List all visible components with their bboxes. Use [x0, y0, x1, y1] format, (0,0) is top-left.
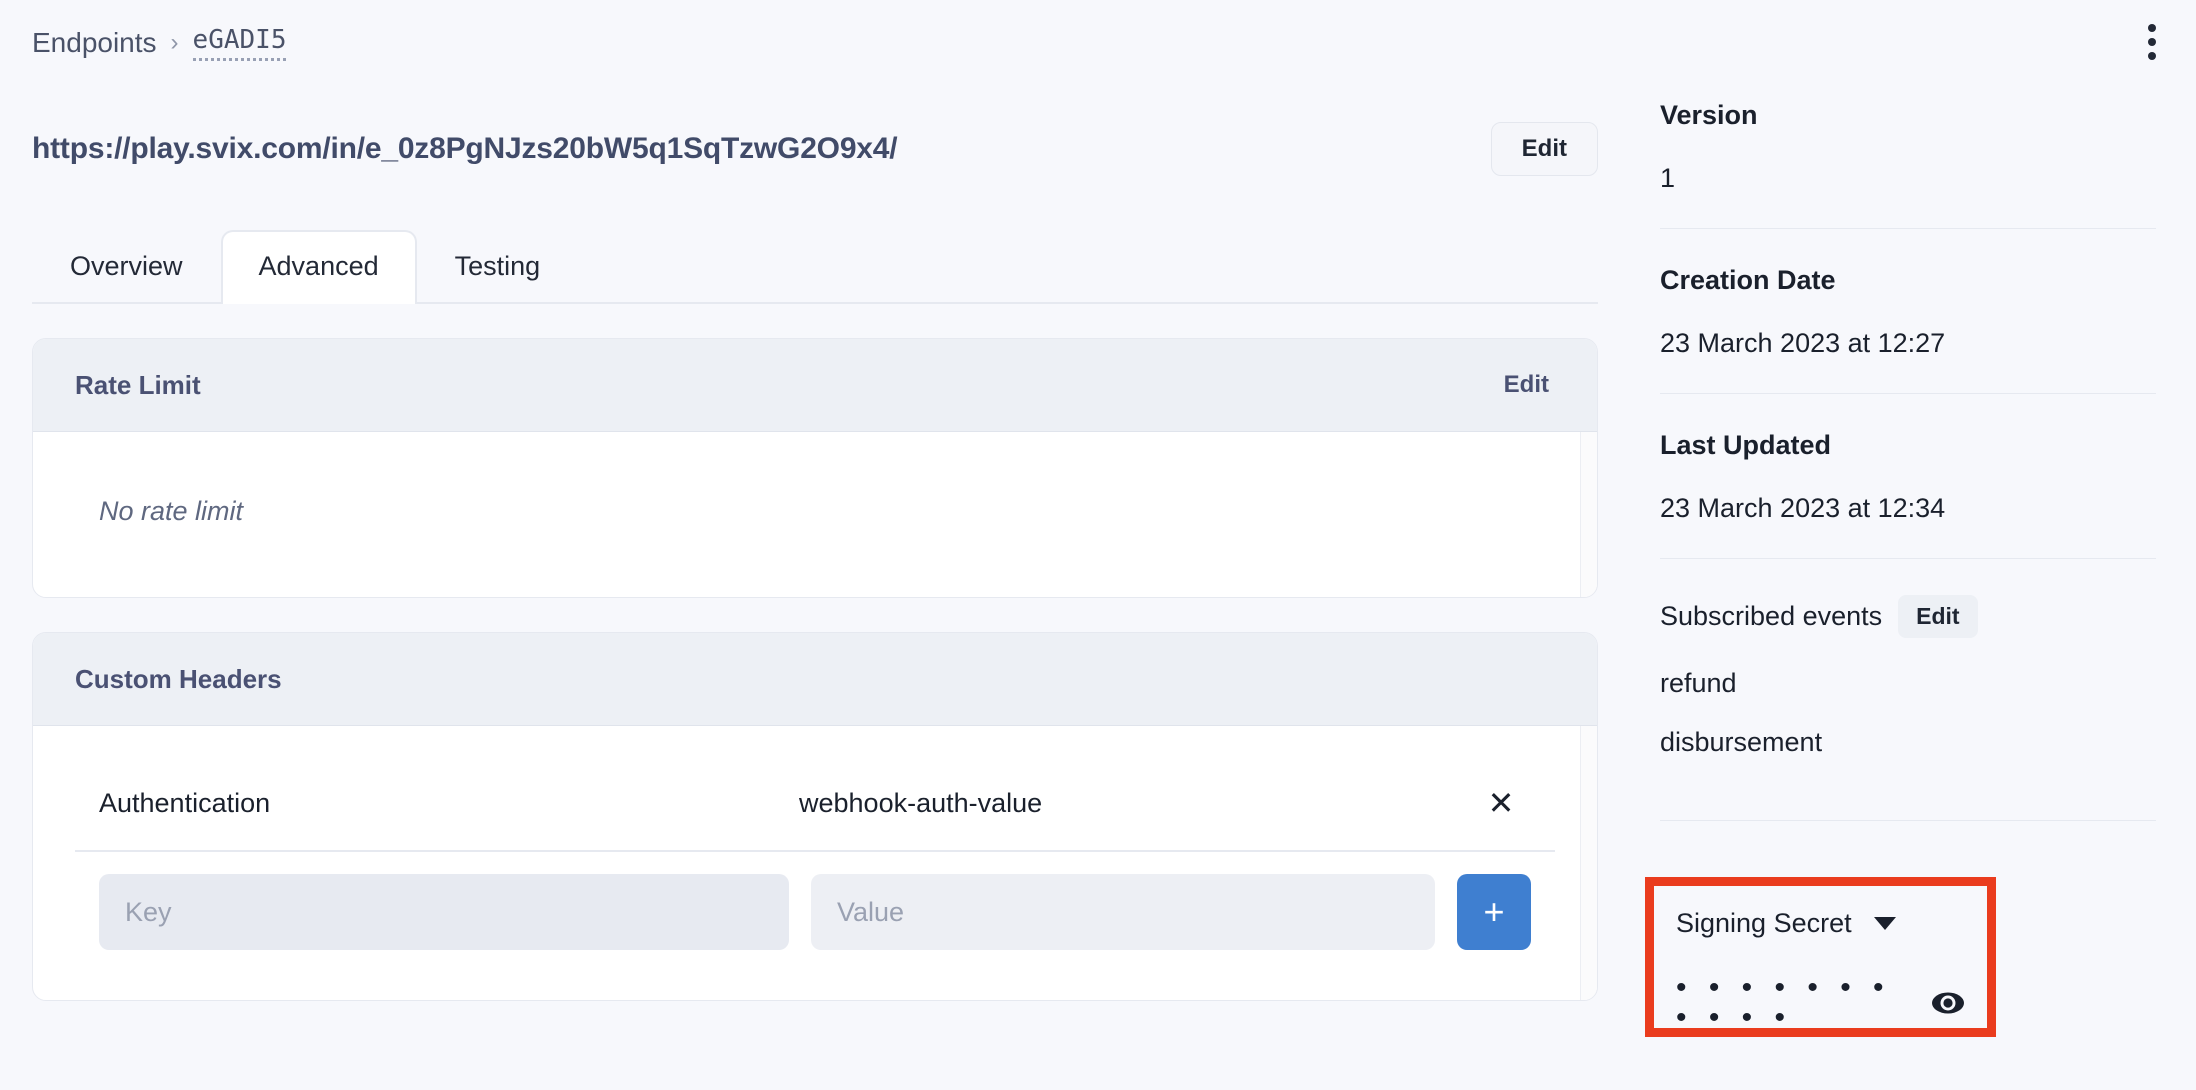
sidebar-divider-2: [1660, 393, 2156, 394]
tab-overview[interactable]: Overview: [32, 230, 221, 302]
table-row: Authentication webhook-auth-value ✕: [75, 768, 1555, 852]
tab-testing[interactable]: Testing: [417, 230, 579, 302]
rate-limit-scroll-edge[interactable]: [1580, 432, 1597, 597]
custom-headers-card-header: Custom Headers: [33, 633, 1597, 726]
chevron-down-icon[interactable]: [1873, 917, 1896, 930]
tab-bar: Overview Advanced Testing: [32, 224, 1598, 304]
custom-headers-card: Custom Headers Authentication webhook-au…: [32, 632, 1598, 1001]
rate-limit-edit-button[interactable]: Edit: [1498, 370, 1555, 400]
sidebar-divider-1: [1660, 228, 2156, 229]
custom-headers-card-body: Authentication webhook-auth-value ✕ +: [33, 726, 1597, 1000]
last-updated-block: Last Updated 23 March 2023 at 12:34: [1660, 430, 2156, 558]
header-key-input[interactable]: [99, 874, 789, 950]
version-block: Version 1: [1660, 100, 2156, 228]
add-header-row: +: [75, 852, 1555, 958]
sidebar-divider-4: [1660, 820, 2156, 821]
subscribed-events-block: Subscribed events Edit refund disburseme…: [1660, 595, 2156, 820]
eye-icon[interactable]: [1931, 990, 1965, 1016]
signing-secret-highlight: Signing Secret • • • • • • • • • • •: [1645, 877, 1996, 1037]
rate-limit-card-body: No rate limit: [33, 432, 1597, 597]
rate-limit-empty-text: No rate limit: [99, 496, 244, 526]
add-header-button[interactable]: +: [1457, 874, 1531, 950]
version-label: Version: [1660, 100, 1758, 130]
breadcrumb-endpoints-link[interactable]: Endpoints: [32, 27, 157, 59]
creation-date-value: 23 March 2023 at 12:27: [1660, 328, 1946, 358]
rate-limit-card: Rate Limit Edit No rate limit: [32, 338, 1598, 598]
breadcrumb: Endpoints › eGADI5: [32, 0, 1598, 66]
custom-headers-scroll-edge[interactable]: [1580, 726, 1597, 1000]
signing-secret-value-row: • • • • • • • • • • •: [1676, 973, 1965, 1033]
sidebar-divider-3: [1660, 558, 2156, 559]
version-value: 1: [1660, 163, 1676, 193]
last-updated-value: 23 March 2023 at 12:34: [1660, 493, 1946, 523]
signing-secret-label: Signing Secret: [1676, 908, 1852, 938]
edit-subscribed-events-button[interactable]: Edit: [1898, 595, 1978, 638]
endpoint-detail-page: Endpoints › eGADI5 https://play.svix.com…: [0, 0, 2196, 1090]
header-value-value: webhook-auth-value: [799, 787, 1043, 818]
endpoint-url: https://play.svix.com/in/e_0z8PgNJzs20bW…: [32, 132, 898, 165]
list-item: disbursement: [1660, 727, 1823, 757]
subscribed-events-header: Subscribed events Edit: [1660, 595, 2156, 638]
subscribed-events-label: Subscribed events: [1660, 601, 1883, 631]
custom-headers-title: Custom Headers: [75, 663, 282, 694]
remove-header-icon[interactable]: ✕: [1471, 786, 1531, 820]
endpoint-title-row: https://play.svix.com/in/e_0z8PgNJzs20bW…: [32, 118, 1598, 180]
creation-date-label: Creation Date: [1660, 265, 1836, 295]
signing-secret-masked-value: • • • • • • • • • • •: [1676, 971, 1891, 1034]
header-key-value: Authentication: [99, 787, 271, 818]
last-updated-label: Last Updated: [1660, 430, 1832, 460]
breadcrumb-current-endpoint[interactable]: eGADI5: [192, 25, 287, 61]
rate-limit-card-header: Rate Limit Edit: [33, 339, 1597, 432]
creation-date-block: Creation Date 23 March 2023 at 12:27: [1660, 265, 2156, 393]
rate-limit-title: Rate Limit: [75, 369, 201, 400]
main-content: Endpoints › eGADI5 https://play.svix.com…: [0, 0, 1630, 1090]
breadcrumb-separator-icon: ›: [170, 29, 179, 56]
list-item: refund: [1660, 668, 1737, 698]
tab-advanced[interactable]: Advanced: [220, 230, 417, 304]
header-value-input[interactable]: [811, 874, 1435, 950]
edit-endpoint-button[interactable]: Edit: [1490, 122, 1598, 176]
signing-secret-header[interactable]: Signing Secret: [1676, 908, 1965, 939]
